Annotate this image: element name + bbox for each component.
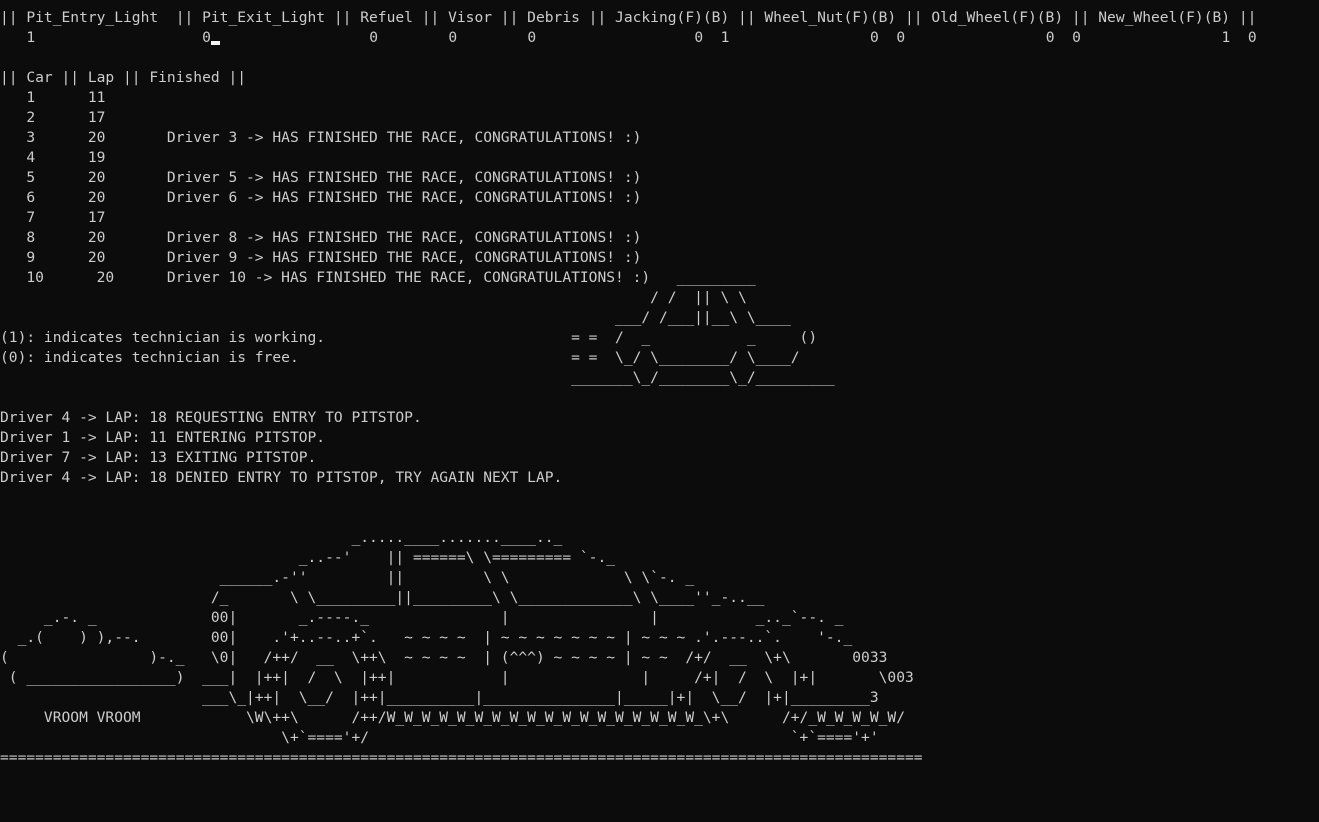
race-car-art: VROOM VROOM \W\++\ /++/W_W_W_W_W_W_W_W_W… [0, 709, 905, 726]
race-row: 2 17 [0, 109, 106, 126]
race-row: 8 20 Driver 8 -> HAS FINISHED THE RACE, … [0, 229, 642, 246]
race-row: 4 19 [0, 149, 106, 166]
race-row: 7 17 [0, 209, 106, 226]
race-car-art: ( )-._ \0| /++/ __ \++\ ~ ~ ~ ~ | (^^^) … [0, 649, 888, 666]
pit-status-values: 1 0 0 0 0 0 1 0 0 0 0 1 0 [0, 28, 1257, 48]
race-row: 10 20 Driver 10 -> HAS FINISHED THE RACE… [0, 269, 756, 286]
race-table-header: || Car || Lap || Finished || [0, 69, 247, 86]
race-car-art: \+`===='+/ `+`===='+' [0, 729, 879, 746]
legend-working: (1): indicates technician is working. = … [0, 329, 818, 346]
race-car-art: ( _________________) ___| |++| / \ |++| … [0, 669, 914, 686]
race-row: 1 11 [0, 89, 106, 106]
legend-free: (0): indicates technician is free. = = \… [0, 349, 800, 366]
race-row: 9 20 Driver 9 -> HAS FINISHED THE RACE, … [0, 249, 642, 266]
pit-event: Driver 7 -> LAP: 13 EXITING PITSTOP. [0, 449, 317, 466]
race-car-art: _.( ) ),--. 00| .'+..--..+`. ~ ~ ~ ~ | ~… [0, 629, 853, 646]
pit-event: Driver 4 -> LAP: 18 DENIED ENTRY TO PITS… [0, 469, 563, 486]
race-car-art: ______.-'' || \ \ \ \`-. _ [0, 569, 695, 586]
pit-values-right: 0 0 0 0 1 0 0 0 0 1 0 [219, 29, 1257, 46]
small-car-art: ___/ /___||__\ \____ [0, 309, 791, 326]
pit-event: Driver 1 -> LAP: 11 ENTERING PITSTOP. [0, 429, 326, 446]
small-car-art: / / || \ \ [0, 289, 747, 306]
pit-event: Driver 4 -> LAP: 18 REQUESTING ENTRY TO … [0, 409, 422, 426]
race-car-art: _.....____.......____.._ [0, 529, 563, 546]
separator-line: ========================================… [0, 749, 923, 766]
race-row: 6 20 Driver 6 -> HAS FINISHED THE RACE, … [0, 189, 642, 206]
pit-values-left: 1 0 [0, 29, 211, 46]
race-row: 3 20 Driver 3 -> HAS FINISHED THE RACE, … [0, 129, 642, 146]
small-car-art: _______\_/________\_/_________ [0, 369, 835, 386]
console-window: || Pit_Entry_Light || Pit_Exit_Light || … [0, 0, 1319, 822]
pit-status-header: || Pit_Entry_Light || Pit_Exit_Light || … [0, 9, 1257, 26]
race-car-art: /_ \ \_________||_________\ \___________… [0, 589, 765, 606]
race-row: 5 20 Driver 5 -> HAS FINISHED THE RACE, … [0, 169, 642, 186]
race-car-art: _..--' || ======\ \========= `-._ [0, 549, 616, 566]
race-car-art: ___\_|++| \__/ |++|__________|__________… [0, 689, 879, 706]
race-car-art: _.-. _ 00| _.----._ | | _.._`--. _ [0, 609, 844, 626]
text-cursor [210, 41, 220, 45]
